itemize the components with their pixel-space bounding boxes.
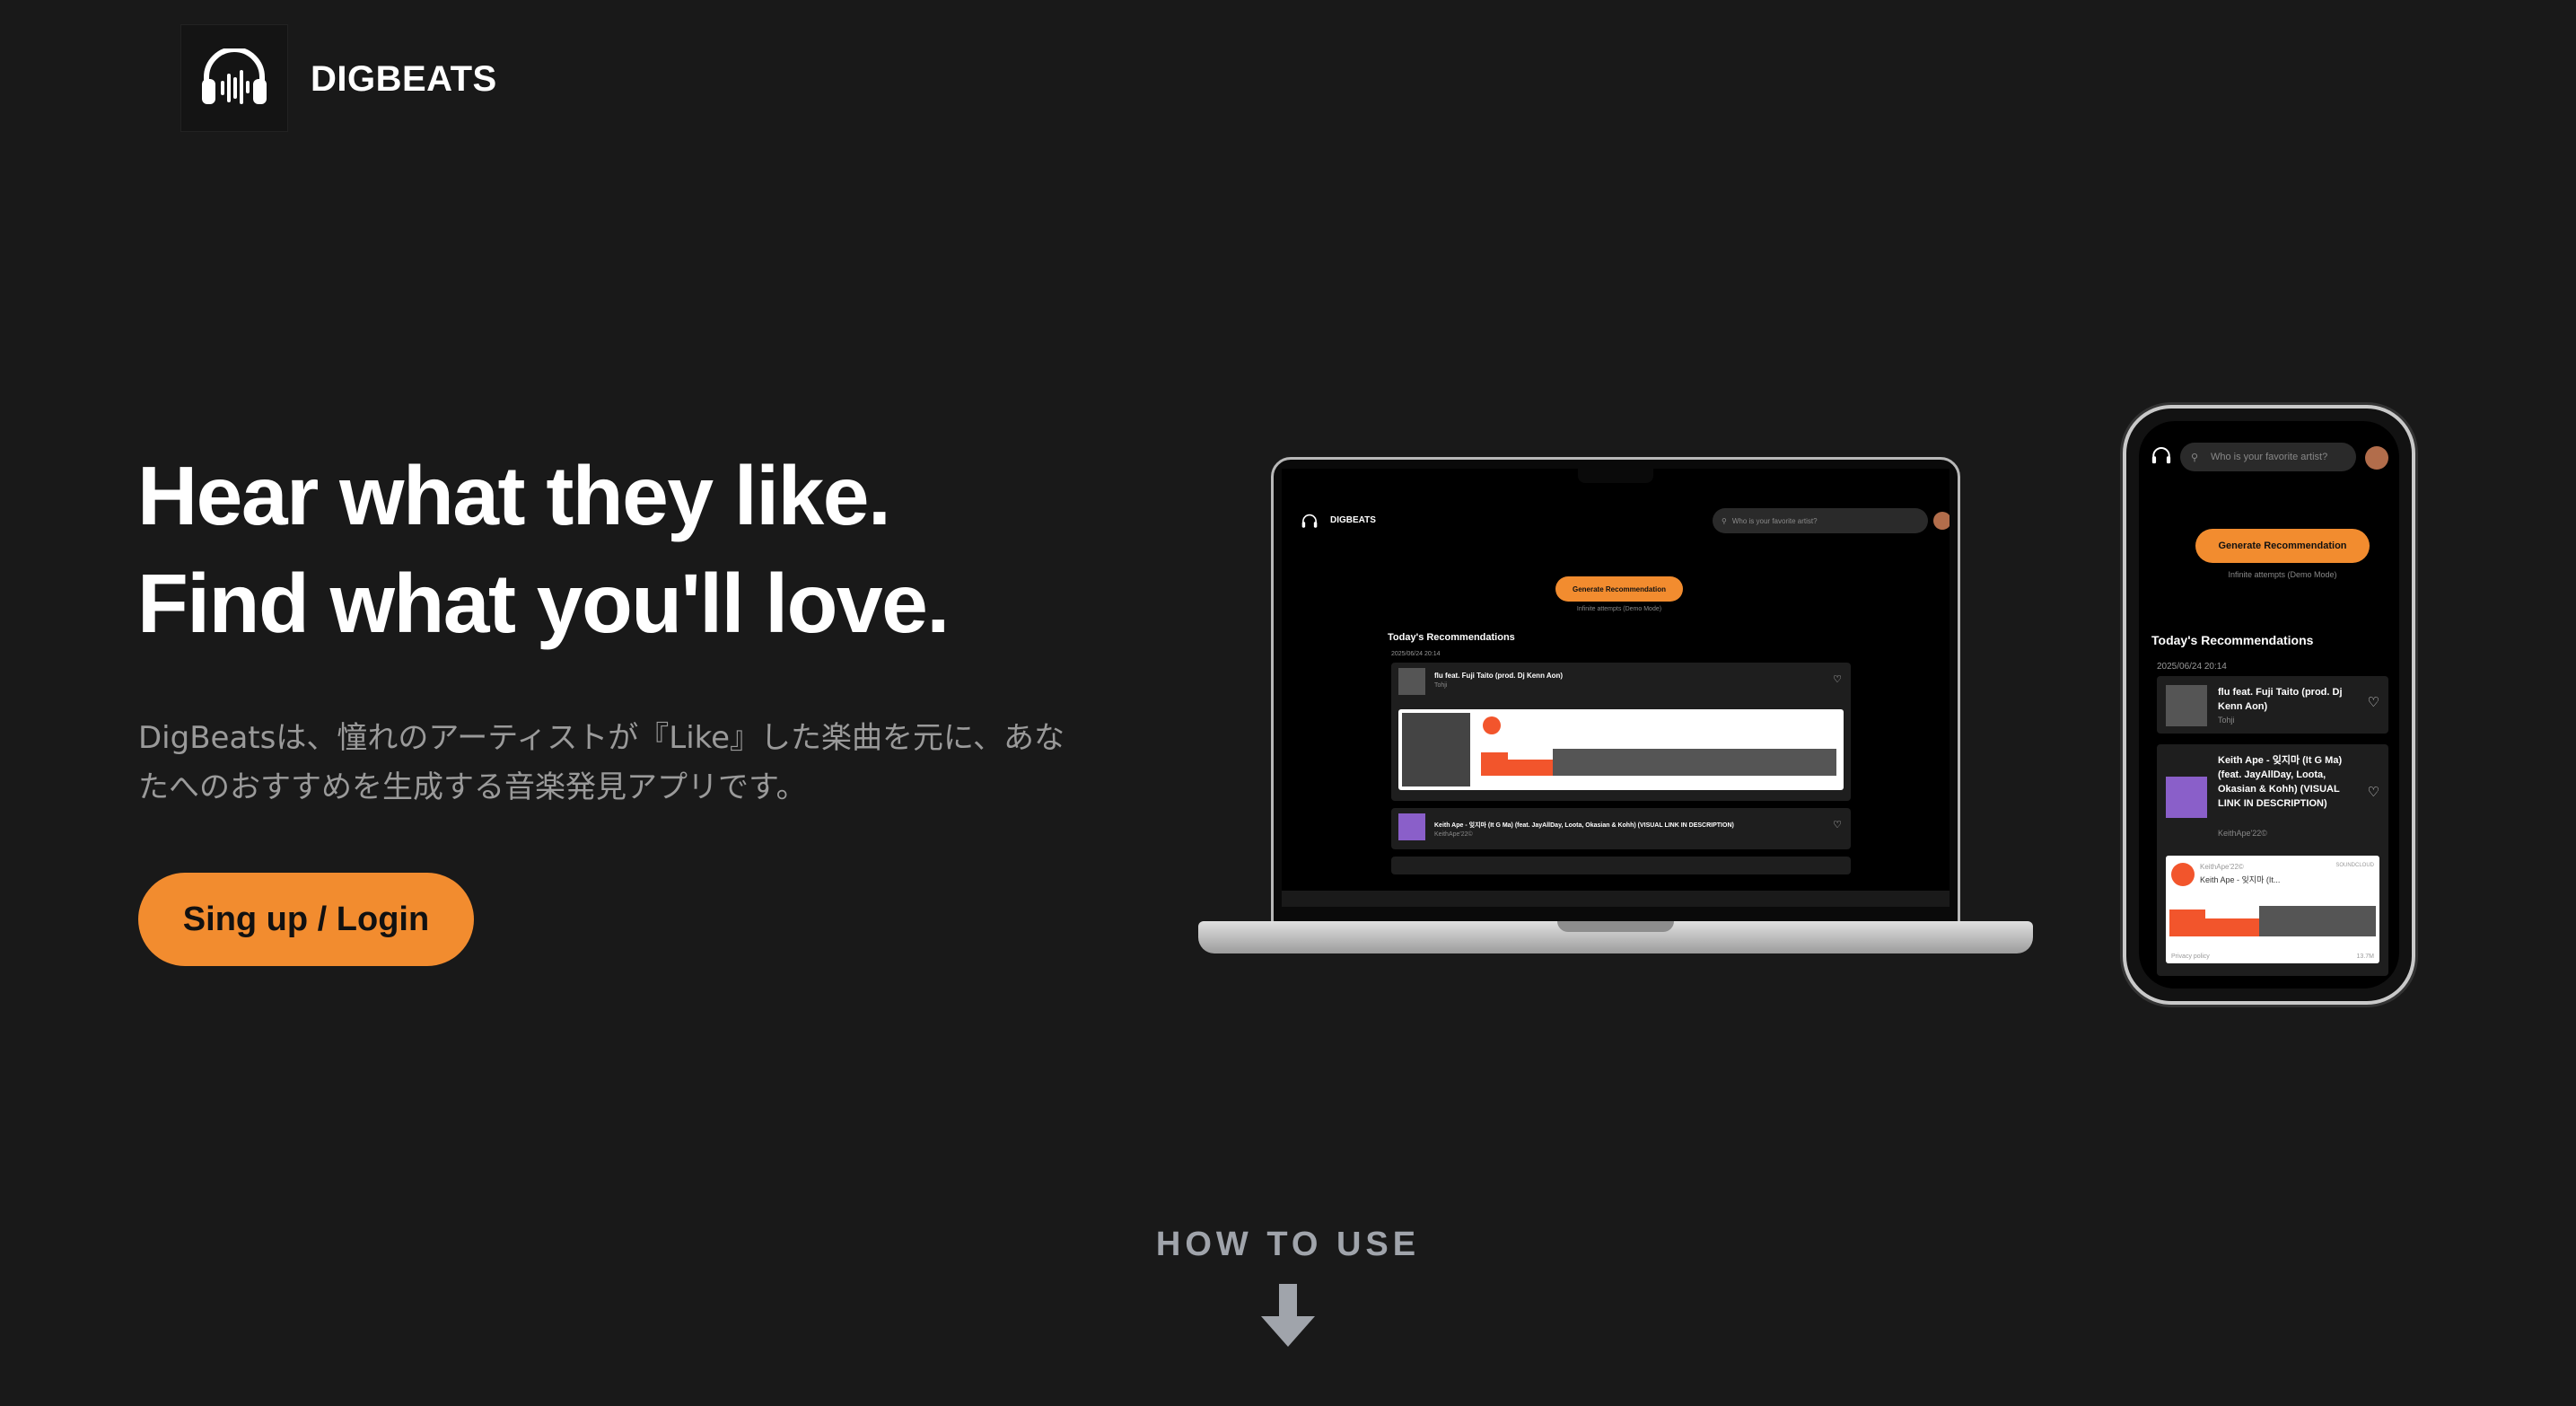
track-card: [1391, 857, 1851, 874]
hero-title-line-1: Hear what they like.: [137, 449, 891, 542]
generate-recommendation-button: Generate Recommendation: [2195, 529, 2370, 563]
logo[interactable]: [180, 24, 288, 132]
player-plays: 13.7M: [2356, 953, 2374, 960]
heart-icon: ♡: [2367, 695, 2379, 710]
generate-recommendation-button: Generate Recommendation: [1555, 576, 1683, 602]
album-art: [2166, 685, 2207, 726]
phone-screen: ⚲ Who is your favorite artist? Generate …: [2139, 421, 2399, 989]
heart-icon: ♡: [1833, 820, 1842, 830]
track-title: Keith Ape - 잊지마 (It G Ma) (feat. JayAllD…: [1434, 822, 1734, 829]
search-icon: ⚲: [1722, 516, 1727, 525]
artist-search-input: ⚲ Who is your favorite artist?: [2180, 443, 2356, 471]
laptop-mockup: DIGBEATS ⚲ Who is your favorite artist? …: [1198, 454, 2033, 953]
track-artist: Tohji: [1434, 682, 1448, 689]
waveform: [1481, 749, 1836, 776]
recommendations-title: Today's Recommendations: [2151, 633, 2314, 647]
laptop-bottom-bar: [1282, 891, 1950, 907]
track-card: flu feat. Fuji Taito (prod. Dj Kenn Aon)…: [2157, 676, 2388, 734]
track-artist: KeithApe'22©: [1434, 831, 1473, 838]
hero-description: DigBeatsは、憧れのアーティストが『Like』した楽曲を元に、あなたへのお…: [138, 720, 1065, 805]
soundcloud-player: KeithApe'22© Keith Ape - 잊지마 (It... SOUN…: [2166, 856, 2379, 963]
heart-icon: ♡: [1833, 674, 1842, 685]
track-card: Keith Ape - 잊지마 (It G Ma) (feat. JayAllD…: [1391, 808, 1851, 849]
soundcloud-player: [1398, 709, 1844, 790]
headphones-icon: [202, 48, 267, 104]
attempts-text: Infinite attempts (Demo Mode): [1576, 606, 1662, 612]
hero-title-line-2: Find what you'll love.: [137, 557, 950, 650]
play-pause-icon: [1483, 716, 1501, 734]
phone-mockup: ⚲ Who is your favorite artist? Generate …: [2123, 405, 2415, 1005]
recommendations-date: 2025/06/24 20:14: [1391, 651, 1441, 657]
track-artist: KeithApe'22©: [2218, 829, 2267, 838]
player-artwork: [1402, 713, 1470, 786]
signup-login-button[interactable]: Sing up / Login: [138, 873, 474, 966]
player-uploader: KeithApe'22©: [2200, 863, 2244, 871]
track-card: Keith Ape - 잊지마 (It G Ma) (feat. JayAllD…: [2157, 744, 2388, 976]
album-art: [1398, 668, 1425, 695]
player-footer: Privacy policy: [2171, 953, 2210, 960]
recommendations-title: Today's Recommendations: [1388, 632, 1515, 643]
avatar: [2365, 446, 2388, 470]
track-card: flu feat. Fuji Taito (prod. Dj Kenn Aon)…: [1391, 663, 1851, 801]
track-title: flu feat. Fuji Taito (prod. Dj Kenn Aon): [1434, 672, 1564, 680]
headphones-icon: [2151, 446, 2171, 464]
headphones-icon: [1301, 514, 1318, 528]
brand-name[interactable]: DIGBEATS: [311, 59, 497, 100]
track-title: flu feat. Fuji Taito (prod. Dj Kenn Aon): [2218, 687, 2343, 712]
laptop-groove: [1557, 921, 1674, 932]
search-icon: ⚲: [2191, 452, 2199, 463]
recommendations-date: 2025/06/24 20:14: [2157, 662, 2227, 672]
track-title: Keith Ape - 잊지마 (It G Ma) (feat. JayAllD…: [2218, 755, 2343, 809]
search-placeholder: Who is your favorite artist?: [1731, 516, 1818, 525]
arrow-down-icon[interactable]: [1261, 1284, 1315, 1347]
app-brand: DIGBEATS: [1330, 515, 1376, 525]
laptop-screen: DIGBEATS ⚲ Who is your favorite artist? …: [1282, 469, 1950, 907]
attempts-text: Infinite attempts (Demo Mode): [2228, 570, 2337, 579]
player-source: SOUNDCLOUD: [2335, 863, 2374, 868]
track-artist: Tohji: [2218, 716, 2235, 725]
play-pause-icon: [2171, 863, 2195, 886]
album-art: [1398, 813, 1425, 840]
waveform: [2169, 906, 2376, 936]
avatar: [1933, 512, 1950, 530]
hero-title: Hear what they like. Find what you'll lo…: [137, 442, 1170, 657]
album-art: [2166, 777, 2207, 818]
search-placeholder: Who is your favorite artist?: [2211, 452, 2328, 462]
heart-icon: ♡: [2367, 785, 2379, 800]
artist-search-input: ⚲ Who is your favorite artist?: [1713, 508, 1928, 533]
how-to-use-label[interactable]: HOW TO USE: [0, 1226, 2576, 1264]
laptop-notch: [1578, 469, 1653, 483]
player-track: Keith Ape - 잊지마 (It...: [2200, 875, 2281, 884]
